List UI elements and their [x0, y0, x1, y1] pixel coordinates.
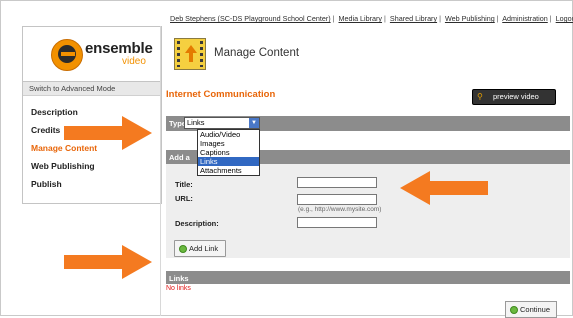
type-select-value: Links — [187, 118, 205, 127]
film-upload-icon — [174, 38, 206, 70]
url-hint: (e.g., http://www.mysite.com) — [298, 206, 382, 213]
type-option-attachments[interactable]: Attachments — [198, 166, 259, 175]
ensemble-logo: ensemble video — [23, 27, 161, 82]
links-bar-label: Links — [169, 274, 189, 283]
url-input[interactable] — [297, 194, 377, 205]
continue-button[interactable]: Continue — [505, 301, 557, 318]
type-option-links[interactable]: Links — [198, 157, 259, 166]
sidebar-nav: Description Credits Manage Content Web P… — [31, 103, 97, 193]
type-option-audio-video[interactable]: Audio/Video — [198, 130, 259, 139]
video-title: Internet Communication — [166, 89, 276, 100]
column-divider — [160, 26, 161, 316]
nav-logout[interactable]: Logout — [556, 14, 573, 23]
sidebar-item-credits[interactable]: Credits — [31, 121, 97, 139]
title-label: Title: — [175, 180, 193, 189]
url-label: URL: — [175, 194, 193, 203]
sidebar-item-manage-content[interactable]: Manage Content — [31, 139, 97, 157]
switch-advanced-mode-link[interactable]: Switch to Advanced Mode — [23, 82, 161, 96]
add-link-button[interactable]: Add Link — [174, 240, 226, 257]
add-link-label: Add Link — [189, 244, 219, 253]
preview-video-button[interactable]: ⚲ preview video — [472, 89, 556, 105]
logo-text: ensemble — [85, 40, 153, 57]
chevron-down-icon[interactable]: ▼ — [249, 118, 259, 128]
no-links-message: No links — [166, 285, 191, 292]
page-header: Manage Content — [170, 30, 570, 74]
links-bar: Links — [166, 271, 570, 284]
add-icon — [179, 245, 187, 253]
top-navigation: Deb Stephens (SC-DS Playground School Ce… — [170, 14, 573, 23]
magnifier-icon: ⚲ — [477, 92, 483, 101]
continue-label: Continue — [520, 305, 551, 314]
type-option-images[interactable]: Images — [198, 139, 259, 148]
sidebar: ensemble video Switch to Advanced Mode D… — [22, 26, 162, 204]
user-link[interactable]: Deb Stephens (SC-DS Playground School Ce… — [170, 14, 331, 23]
nav-web-publishing[interactable]: Web Publishing — [445, 14, 495, 23]
type-option-captions[interactable]: Captions — [198, 148, 259, 157]
preview-video-label: preview video — [493, 92, 539, 101]
description-label: Description: — [175, 219, 219, 228]
type-dropdown-list: Audio/Video Images Captions Links Attach… — [197, 129, 260, 176]
sidebar-item-web-publishing[interactable]: Web Publishing — [31, 157, 97, 175]
continue-icon — [510, 306, 518, 314]
nav-media-library[interactable]: Media Library — [338, 14, 382, 23]
logo-subtext: video — [122, 56, 146, 67]
description-input[interactable] — [297, 217, 377, 228]
nav-shared-library[interactable]: Shared Library — [390, 14, 437, 23]
add-bar-label: Add a — [169, 153, 190, 162]
ensemble-logo-icon — [51, 39, 83, 71]
page-title: Manage Content — [214, 47, 300, 59]
title-input[interactable] — [297, 177, 377, 188]
sidebar-item-publish[interactable]: Publish — [31, 175, 97, 193]
type-select[interactable]: Links ▼ — [184, 117, 260, 129]
nav-administration[interactable]: Administration — [502, 14, 548, 23]
sidebar-item-description[interactable]: Description — [31, 103, 97, 121]
